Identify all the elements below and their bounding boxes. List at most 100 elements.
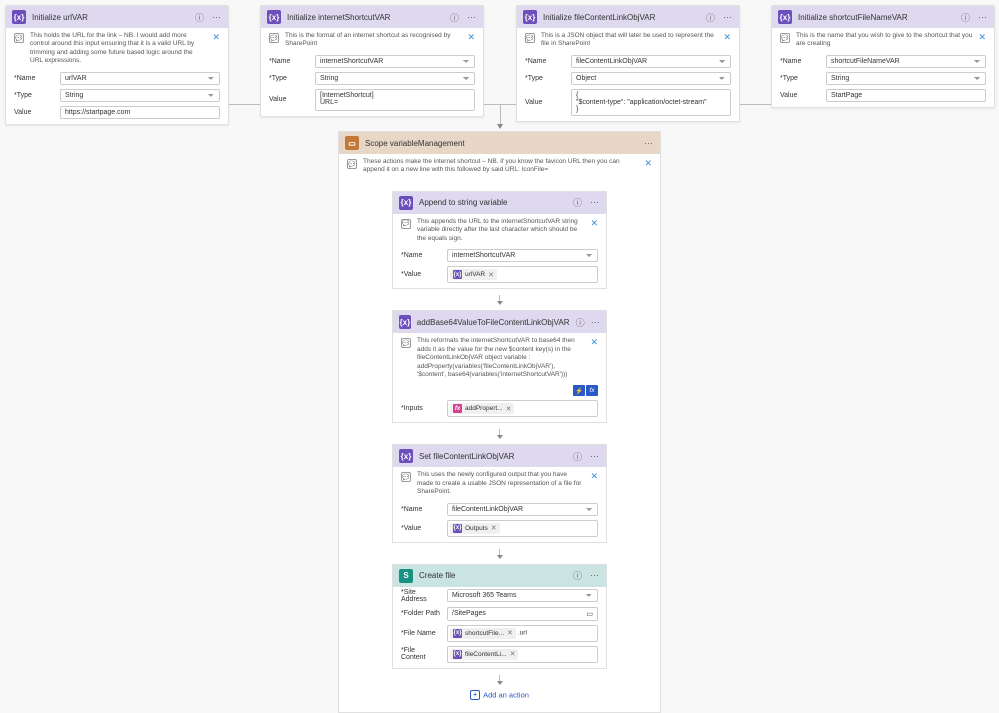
card-title: Initialize urlVAR <box>32 13 188 22</box>
note-icon: 💬 <box>347 159 357 169</box>
card-title: Set fileContentLinkObjVAR <box>419 452 566 461</box>
card-init-filecontentlinkobjvar: {x} Initialize fileContentLinkObjVAR ⓘ ⋯… <box>516 5 740 122</box>
note-icon: 💬 <box>269 33 279 43</box>
action-addbase64: {x} addBase64ValueToFileContentLinkObjVA… <box>392 310 607 423</box>
sharepoint-icon: S <box>399 569 413 583</box>
variable-icon: {x} <box>778 10 792 24</box>
value-input[interactable]: {x}Outputs✕ <box>447 520 598 537</box>
value-input[interactable]: https://startpage.com <box>60 106 220 119</box>
variable-icon: {x} <box>12 10 26 24</box>
variable-icon: {x} <box>523 10 537 24</box>
value-input[interactable]: [InternetShortcut] URL= <box>315 89 475 111</box>
name-input[interactable]: internetShortcutVAR <box>447 249 598 262</box>
close-icon[interactable]: ✕ <box>590 471 598 482</box>
card-header[interactable]: {x} Append to string variable ⓘ ⋯ <box>393 192 606 214</box>
action-set-filecontentlinkobjvar: {x} Set fileContentLinkObjVAR ⓘ ⋯ 💬This … <box>392 444 607 542</box>
info-icon[interactable]: ⓘ <box>572 570 583 581</box>
scope-variablemanagement: ▭ Scope variableManagement ⋯ 💬 These act… <box>338 131 661 713</box>
variable-icon: {x} <box>267 10 281 24</box>
token-outputs[interactable]: {x}Outputs✕ <box>450 523 500 534</box>
filename-input[interactable]: {x}shortcutFile...✕.url <box>447 625 598 642</box>
note-icon: 💬 <box>14 33 24 43</box>
info-icon[interactable]: ⓘ <box>572 197 583 208</box>
scope-icon: ▭ <box>345 136 359 150</box>
card-note: 💬 This is the format of an internet shor… <box>261 28 483 53</box>
close-icon[interactable]: ✕ <box>590 218 598 229</box>
folder-picker-icon[interactable]: ▭ <box>586 610 593 618</box>
card-title: addBase64ValueToFileContentLinkObjVAR <box>417 318 570 327</box>
add-action-button[interactable]: +Add an action <box>347 684 652 706</box>
more-icon[interactable]: ⋯ <box>589 451 600 462</box>
token-urlvar[interactable]: {x}urlVAR✕ <box>450 269 497 280</box>
card-header[interactable]: S Create file ⓘ ⋯ <box>393 565 606 587</box>
info-icon[interactable]: ⓘ <box>705 12 716 23</box>
variable-icon: {x} <box>399 449 413 463</box>
type-input[interactable]: String <box>826 72 986 85</box>
info-icon[interactable]: ⓘ <box>449 12 460 23</box>
card-header[interactable]: {x} Initialize fileContentLinkObjVAR ⓘ ⋯ <box>517 6 739 28</box>
more-icon[interactable]: ⋯ <box>589 197 600 208</box>
card-title: Create file <box>419 571 566 580</box>
card-title: Append to string variable <box>419 198 566 207</box>
site-input[interactable]: Microsoft 365 Teams <box>447 589 598 602</box>
card-title: Initialize fileContentLinkObjVAR <box>543 13 699 22</box>
value-input[interactable]: { "$content-type": "application/octet-st… <box>571 89 731 116</box>
value-input[interactable]: StartPage <box>826 89 986 102</box>
info-icon[interactable]: ⓘ <box>194 12 205 23</box>
note-icon: 💬 <box>780 33 790 43</box>
more-icon[interactable]: ⋯ <box>591 317 600 328</box>
fx-toggle[interactable]: ⚡fx <box>573 385 598 396</box>
more-icon[interactable]: ⋯ <box>589 570 600 581</box>
token-filecontent[interactable]: {x}fileContentLi...✕ <box>450 649 518 660</box>
info-icon[interactable]: ⓘ <box>572 451 583 462</box>
action-create-file: S Create file ⓘ ⋯ *Site AddressMicrosoft… <box>392 564 607 669</box>
card-header[interactable]: {x} Set fileContentLinkObjVAR ⓘ ⋯ <box>393 445 606 467</box>
close-icon[interactable]: ✕ <box>978 32 986 43</box>
card-header[interactable]: {x} Initialize urlVAR ⓘ ⋯ <box>6 6 228 28</box>
note-icon: 💬 <box>525 33 535 43</box>
card-init-urlvar: {x} Initialize urlVAR ⓘ ⋯ 💬 This holds t… <box>5 5 229 125</box>
variable-icon: {x} <box>399 315 411 329</box>
info-icon[interactable]: ⓘ <box>960 12 971 23</box>
scope-title: Scope variableManagement <box>365 139 637 148</box>
more-icon[interactable]: ⋯ <box>722 12 733 23</box>
more-icon[interactable]: ⋯ <box>211 12 222 23</box>
name-input[interactable]: fileContentLinkObjVAR <box>447 503 598 516</box>
inputs-input[interactable]: fxaddPropert...✕ <box>447 400 598 417</box>
more-icon[interactable]: ⋯ <box>466 12 477 23</box>
card-title: Initialize internetShortcutVAR <box>287 13 443 22</box>
close-icon[interactable]: ✕ <box>467 32 475 43</box>
card-header[interactable]: {x} addBase64ValueToFileContentLinkObjVA… <box>393 311 606 333</box>
info-icon[interactable]: ⓘ <box>575 317 584 328</box>
action-append-string: {x} Append to string variable ⓘ ⋯ 💬This … <box>392 191 607 289</box>
value-input[interactable]: {x}urlVAR✕ <box>447 266 598 283</box>
more-icon[interactable]: ⋯ <box>643 138 654 149</box>
more-icon[interactable]: ⋯ <box>977 12 988 23</box>
name-input[interactable]: shortcutFileNameVAR <box>826 55 986 68</box>
name-input[interactable]: urlVAR <box>60 72 220 85</box>
card-init-internetshortcutvar: {x} Initialize internetShortcutVAR ⓘ ⋯ 💬… <box>260 5 484 117</box>
variable-icon: {x} <box>399 196 413 210</box>
scope-note: 💬 These actions make the internet shortc… <box>339 154 660 179</box>
token-shortcutfilename[interactable]: {x}shortcutFile...✕ <box>450 628 516 639</box>
name-input[interactable]: fileContentLinkObjVAR <box>571 55 731 68</box>
filecontent-input[interactable]: {x}fileContentLi...✕ <box>447 646 598 663</box>
close-icon[interactable]: ✕ <box>723 32 731 43</box>
token-addproperty[interactable]: fxaddPropert...✕ <box>450 403 514 414</box>
scope-header[interactable]: ▭ Scope variableManagement ⋯ <box>339 132 660 154</box>
type-input[interactable]: String <box>60 89 220 102</box>
card-header[interactable]: {x} Initialize internetShortcutVAR ⓘ ⋯ <box>261 6 483 28</box>
card-init-shortcutfilenamevar: {x} Initialize shortcutFileNameVAR ⓘ ⋯ 💬… <box>771 5 995 108</box>
close-icon[interactable]: ✕ <box>212 32 220 43</box>
card-note: 💬 This is a JSON object that will later … <box>517 28 739 53</box>
close-icon[interactable]: ✕ <box>644 158 652 169</box>
type-input[interactable]: String <box>315 72 475 85</box>
plus-icon: + <box>470 690 480 700</box>
card-title: Initialize shortcutFileNameVAR <box>798 13 954 22</box>
folder-input[interactable]: /SitePages▭ <box>447 607 598 621</box>
name-input[interactable]: internetShortcutVAR <box>315 55 475 68</box>
card-header[interactable]: {x} Initialize shortcutFileNameVAR ⓘ ⋯ <box>772 6 994 28</box>
close-icon[interactable]: ✕ <box>590 337 598 348</box>
type-input[interactable]: Object <box>571 72 731 85</box>
card-note: 💬 This is the name that you wish to give… <box>772 28 994 53</box>
